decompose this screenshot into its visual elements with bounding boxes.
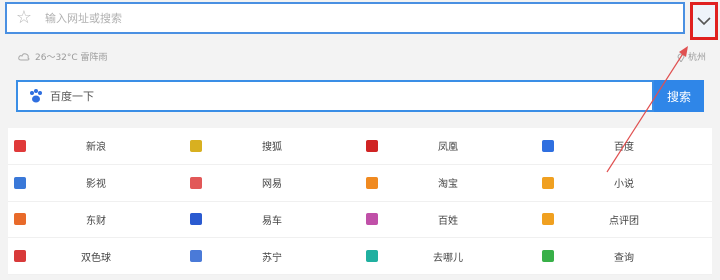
quick-link-label: 苏宁 xyxy=(262,252,282,264)
quick-link[interactable]: 新浪 xyxy=(8,128,184,165)
video-icon xyxy=(14,176,26,189)
quick-link-label: 查询 xyxy=(614,252,634,264)
dianping-icon xyxy=(542,213,554,226)
query-icon xyxy=(542,250,554,263)
quick-link-label: 去哪儿 xyxy=(433,252,463,264)
quick-link-label: 百度 xyxy=(614,142,634,154)
location-pin-icon xyxy=(677,53,685,62)
quick-link-label: 淘宝 xyxy=(438,179,458,191)
quick-link-label: 影视 xyxy=(86,179,106,191)
weather-text: 26～32°C 雷阵雨 xyxy=(35,53,108,63)
netease-icon xyxy=(190,176,202,189)
address-dropdown-button[interactable] xyxy=(690,2,718,40)
quick-link[interactable]: 易车 xyxy=(184,202,360,239)
search-text: 百度一下 xyxy=(50,90,94,103)
quick-link-label: 凤凰 xyxy=(438,142,458,154)
weather-info[interactable]: 26～32°C 雷阵雨 xyxy=(18,50,108,63)
star-icon[interactable]: ☆ xyxy=(13,7,35,29)
search-button[interactable]: 搜索 xyxy=(654,80,704,112)
quick-links-grid: 新浪 搜狐 凤凰 百度影视 网易 淘宝 小说东财 易车 百姓 点评团双色球 苏宁 去哪儿 查询 xyxy=(8,128,712,275)
baidu-paw-icon xyxy=(30,89,42,103)
chevron-down-icon xyxy=(697,17,711,26)
quick-link-label: 百姓 xyxy=(438,215,458,227)
quick-link[interactable]: 东财 xyxy=(8,202,184,239)
quick-link[interactable]: 淘宝 xyxy=(360,165,536,202)
quick-link[interactable]: 搜狐 xyxy=(184,128,360,165)
baixing-icon xyxy=(366,213,378,226)
quick-link[interactable]: 去哪儿 xyxy=(360,238,536,275)
quick-link-label: 点评团 xyxy=(609,215,639,227)
city-name: 杭州 xyxy=(687,53,706,63)
yiche-icon xyxy=(190,213,202,226)
search-input[interactable]: 百度一下 xyxy=(16,80,654,112)
quick-link-label: 新浪 xyxy=(86,142,106,154)
baidu-icon xyxy=(542,139,554,152)
quick-link-label: 易车 xyxy=(262,215,282,227)
quick-link[interactable]: 查询 xyxy=(536,238,712,275)
quick-link-label: 网易 xyxy=(262,179,282,191)
quick-link[interactable]: 凤凰 xyxy=(360,128,536,165)
cloud-icon xyxy=(18,52,30,60)
quick-link[interactable]: 苏宁 xyxy=(184,238,360,275)
quick-link[interactable]: 网易 xyxy=(184,165,360,202)
quick-link-label: 双色球 xyxy=(81,252,111,264)
taobao-icon xyxy=(366,176,378,189)
address-placeholder: 输入网址或搜索 xyxy=(45,12,122,25)
novel-icon xyxy=(542,176,554,189)
sina-icon xyxy=(14,139,26,152)
location[interactable]: 杭州 xyxy=(677,50,706,63)
address-bar[interactable]: ☆ 输入网址或搜索 xyxy=(5,2,685,34)
quick-link-label: 东财 xyxy=(86,215,106,227)
suning-icon xyxy=(190,250,202,263)
quick-link-label: 小说 xyxy=(614,179,634,191)
quick-link[interactable]: 影视 xyxy=(8,165,184,202)
sohu-icon xyxy=(190,139,202,152)
eastmoney-icon xyxy=(14,213,26,226)
lottery-icon xyxy=(14,250,26,263)
quick-link[interactable]: 双色球 xyxy=(8,238,184,275)
quick-link-label: 搜狐 xyxy=(262,142,282,154)
quick-link[interactable]: 百姓 xyxy=(360,202,536,239)
qunar-icon xyxy=(366,250,378,263)
quick-link[interactable]: 百度 xyxy=(536,128,712,165)
quick-link[interactable]: 小说 xyxy=(536,165,712,202)
ifeng-icon xyxy=(366,139,378,152)
quick-link[interactable]: 点评团 xyxy=(536,202,712,239)
